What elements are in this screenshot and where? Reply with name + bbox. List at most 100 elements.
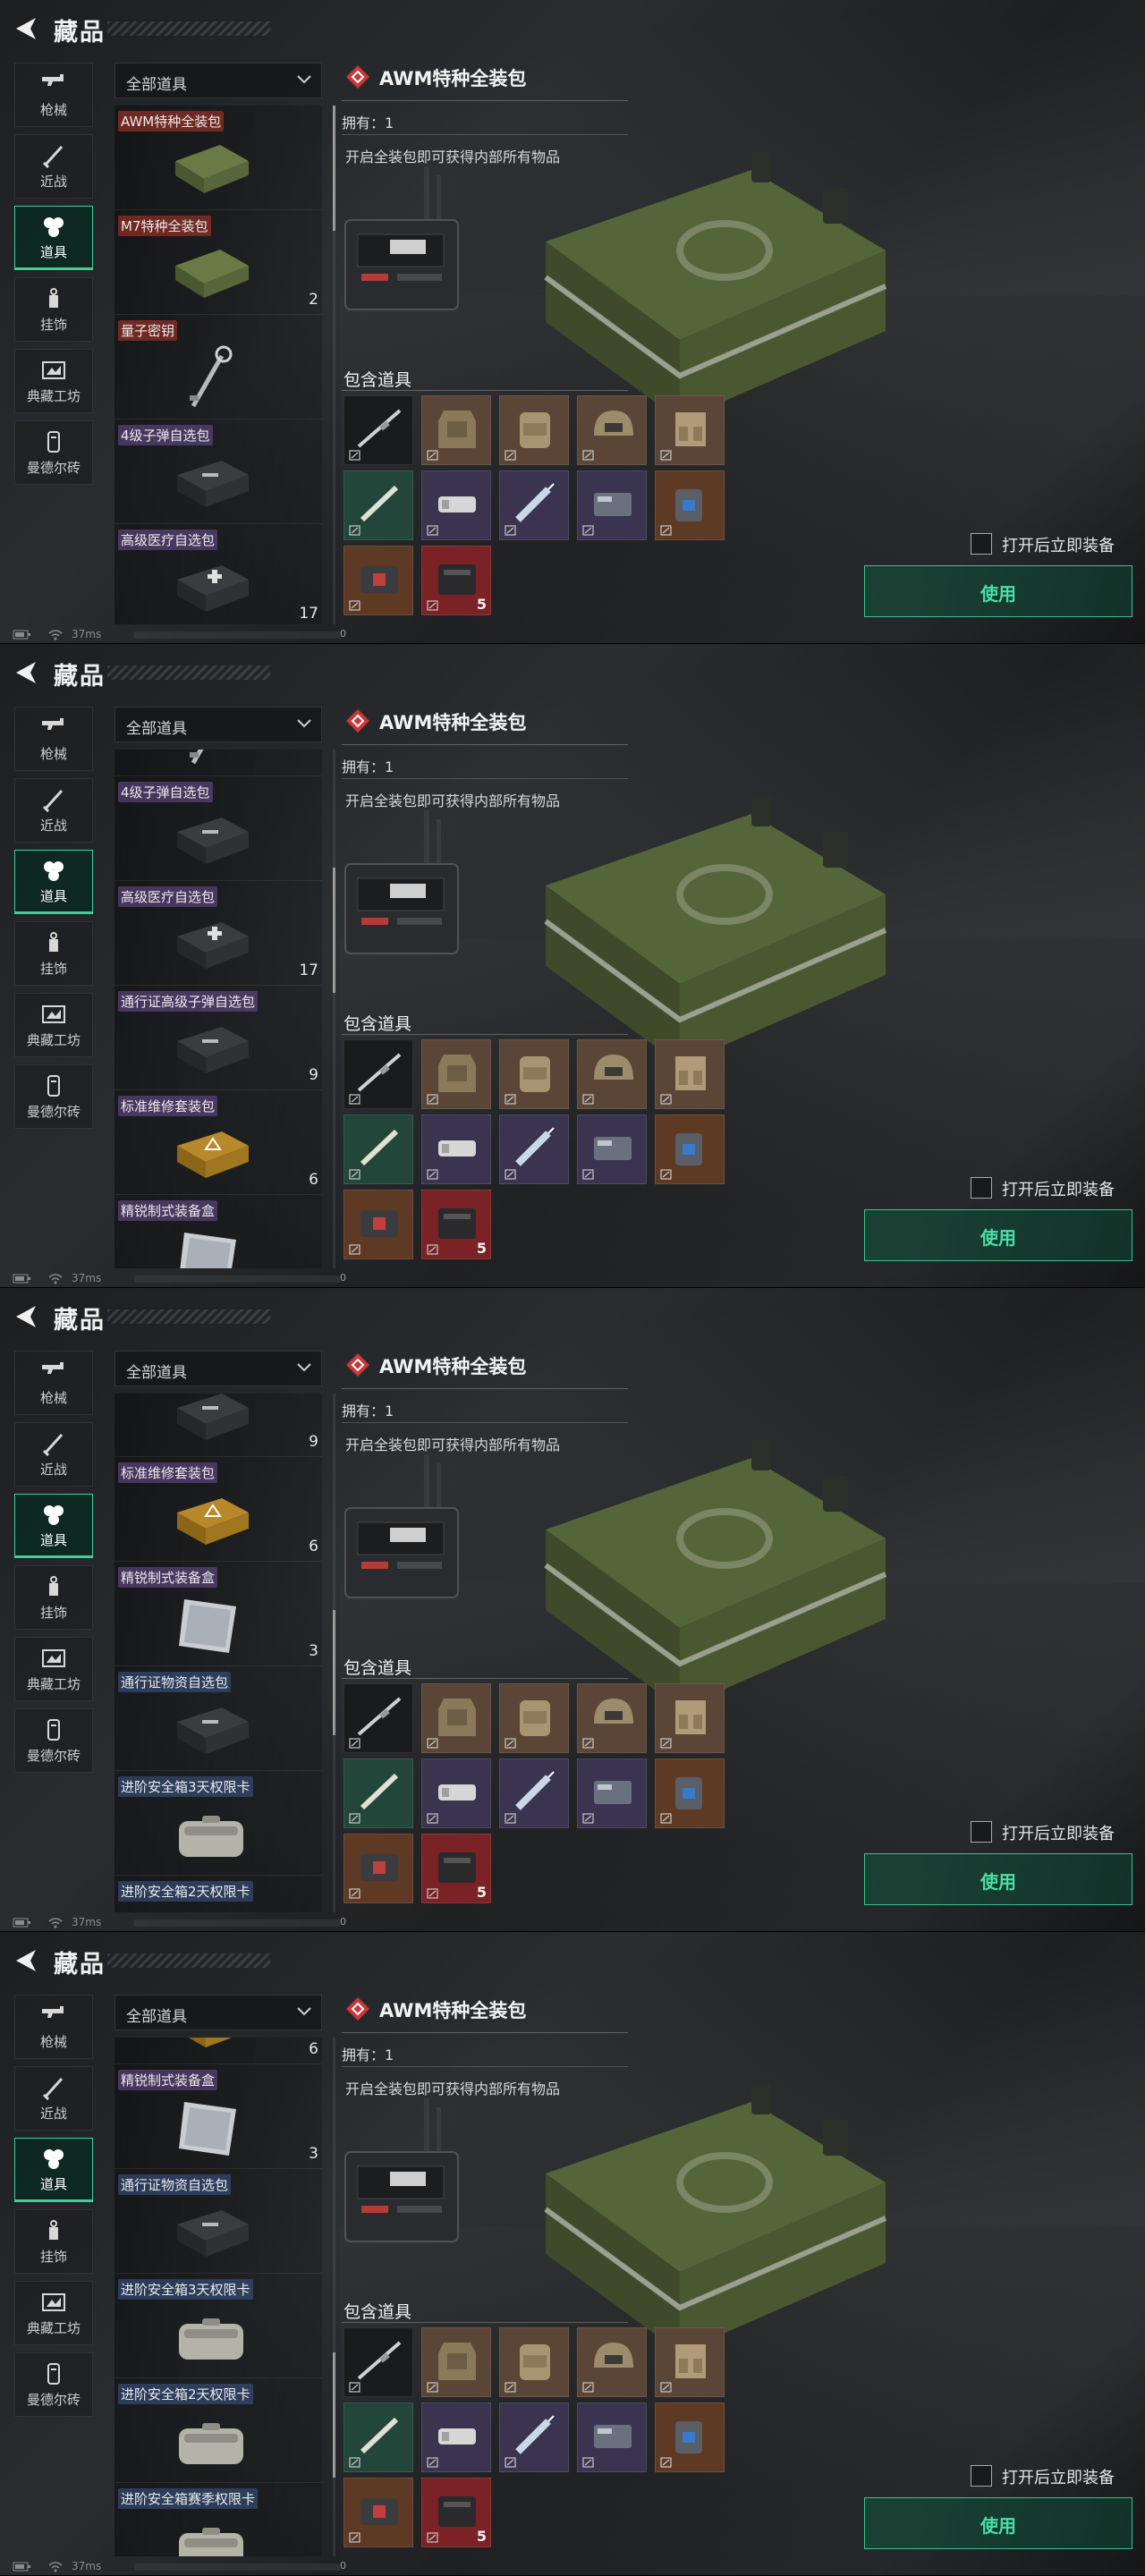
content-item-chest-rig[interactable] — [655, 1683, 725, 1753]
equip-after-open-checkbox[interactable] — [971, 1821, 992, 1843]
filter-dropdown[interactable]: 全部道具 — [114, 707, 322, 742]
content-item-keycard[interactable] — [577, 1758, 647, 1828]
scroll-thumb[interactable] — [333, 106, 335, 231]
list-item[interactable]: 精锐制式装备盒3 — [114, 1195, 322, 1268]
content-item-armor-vest[interactable] — [421, 1039, 491, 1109]
content-item-bayonet[interactable] — [344, 2402, 413, 2472]
nav-item-charms[interactable]: 挂饰 — [14, 1565, 93, 1630]
list-item[interactable]: 高级医疗自选包 17 — [114, 881, 322, 986]
content-item-chest-rig[interactable] — [655, 2327, 725, 2397]
scroll-thumb[interactable] — [333, 1610, 335, 1735]
list-item[interactable]: AWM特种全装包 — [114, 106, 322, 210]
filter-dropdown[interactable]: 全部道具 — [114, 1995, 322, 2030]
content-item-supply-case[interactable]: 5 — [421, 546, 491, 615]
content-item-awm-rifle[interactable] — [344, 395, 413, 465]
use-button[interactable]: 使用 — [864, 2497, 1132, 2549]
content-item-armor-vest[interactable] — [421, 1683, 491, 1753]
content-item-helmet[interactable] — [577, 1683, 647, 1753]
nav-item-items[interactable]: 道具 — [14, 850, 93, 914]
list-item[interactable]: 量子密钥 — [114, 750, 322, 776]
content-item-battery-pack[interactable] — [655, 470, 725, 540]
nav-item-bricks[interactable]: 曼德尔砖 — [14, 1708, 93, 1773]
nav-item-items[interactable]: 道具 — [14, 2138, 93, 2202]
nav-item-guns[interactable]: 枪械 — [14, 707, 93, 771]
item-list-scrollbar[interactable] — [333, 106, 335, 624]
use-button[interactable]: 使用 — [864, 1209, 1132, 1261]
list-item[interactable]: 通行证高级子弹自选包9 — [114, 1394, 322, 1457]
list-item[interactable]: 标准维修套装包 6 — [114, 1090, 322, 1195]
nav-item-guns[interactable]: 枪械 — [14, 63, 93, 127]
content-item-backpack[interactable] — [499, 2327, 569, 2397]
list-item[interactable]: 通行证物资自选包 — [114, 1665, 322, 1771]
content-item-battery-pack[interactable] — [655, 2402, 725, 2472]
scroll-thumb[interactable] — [333, 868, 335, 993]
filter-dropdown[interactable]: 全部道具 — [114, 1351, 322, 1386]
content-item-syringe[interactable] — [499, 1114, 569, 1184]
item-list[interactable]: 通行证高级子弹自选包9 标准维修套装包 6 精锐制式装备盒 3 通行证物资自选包进阶安全箱… — [114, 1394, 329, 1912]
item-list[interactable]: AWM特种全装包M7特种全装包2量子密钥4级子弹自选包高级医疗自选包17通行证高… — [114, 106, 329, 624]
content-item-medkit-box[interactable] — [344, 1190, 413, 1259]
content-item-awm-rifle[interactable] — [344, 2327, 413, 2397]
nav-item-charms[interactable]: 挂饰 — [14, 277, 93, 342]
content-item-supply-case[interactable]: 5 — [421, 1834, 491, 1903]
content-item-syringe[interactable] — [499, 1758, 569, 1828]
nav-item-melee[interactable]: 近战 — [14, 778, 93, 843]
list-item[interactable]: 量子密钥 — [114, 315, 322, 419]
list-item[interactable]: 通行证物资自选包 — [114, 2169, 322, 2274]
back-arrow-icon[interactable] — [13, 660, 39, 685]
item-list[interactable]: 量子密钥 4级子弹自选包高级医疗自选包 17 通行证高级子弹自选包 9 标准维修套装包 6 精… — [114, 750, 329, 1268]
content-item-medkit-box[interactable] — [344, 546, 413, 615]
content-item-ammo-clip[interactable] — [421, 1758, 491, 1828]
content-item-awm-rifle[interactable] — [344, 1039, 413, 1109]
content-item-helmet[interactable] — [577, 395, 647, 465]
content-item-backpack[interactable] — [499, 1039, 569, 1109]
nav-item-items[interactable]: 道具 — [14, 206, 93, 270]
nav-item-workshop[interactable]: 典藏工坊 — [14, 1637, 93, 1701]
item-list[interactable]: 标准维修套装包6 精锐制式装备盒 3 通行证物资自选包进阶安全箱3天权限卡进阶安全箱2… — [114, 2038, 329, 2556]
nav-item-bricks[interactable]: 曼德尔砖 — [14, 2352, 93, 2417]
content-item-backpack[interactable] — [499, 1683, 569, 1753]
nav-item-melee[interactable]: 近战 — [14, 1422, 93, 1487]
back-arrow-icon[interactable] — [13, 16, 39, 41]
list-item[interactable]: 标准维修套装包 6 — [114, 1456, 322, 1562]
content-item-ammo-clip[interactable] — [421, 1114, 491, 1184]
list-item[interactable]: 进阶安全箱3天权限卡 — [114, 2274, 322, 2378]
equip-after-open-checkbox[interactable] — [971, 1177, 992, 1199]
content-item-battery-pack[interactable] — [655, 1758, 725, 1828]
filter-dropdown[interactable]: 全部道具 — [114, 63, 322, 98]
nav-item-items[interactable]: 道具 — [14, 1494, 93, 1558]
content-item-ammo-clip[interactable] — [421, 470, 491, 540]
nav-item-melee[interactable]: 近战 — [14, 2066, 93, 2131]
list-item[interactable]: M7特种全装包 2 — [114, 210, 322, 315]
list-item[interactable]: 进阶安全箱2天权限卡 — [114, 2378, 322, 2483]
list-item[interactable]: 精锐制式装备盒3 — [114, 1561, 322, 1666]
list-item[interactable]: 进阶安全箱2天权限卡 — [114, 1875, 322, 1912]
back-arrow-icon[interactable] — [13, 1948, 39, 1973]
content-item-medkit-box[interactable] — [344, 1834, 413, 1903]
content-item-backpack[interactable] — [499, 395, 569, 465]
list-item[interactable]: 4级子弹自选包 — [114, 776, 322, 881]
content-item-helmet[interactable] — [577, 2327, 647, 2397]
content-item-supply-case[interactable]: 5 — [421, 2478, 491, 2547]
content-item-bayonet[interactable] — [344, 1114, 413, 1184]
equip-after-open-checkbox[interactable] — [971, 533, 992, 555]
nav-item-charms[interactable]: 挂饰 — [14, 2209, 93, 2274]
nav-item-guns[interactable]: 枪械 — [14, 1995, 93, 2059]
content-item-keycard[interactable] — [577, 1114, 647, 1184]
list-item[interactable]: 高级医疗自选包 17 — [114, 524, 322, 624]
list-item[interactable]: 通行证高级子弹自选包9 — [114, 986, 322, 1090]
content-item-syringe[interactable] — [499, 470, 569, 540]
content-item-syringe[interactable] — [499, 2402, 569, 2472]
nav-item-workshop[interactable]: 典藏工坊 — [14, 2281, 93, 2345]
content-item-chest-rig[interactable] — [655, 1039, 725, 1109]
content-item-bayonet[interactable] — [344, 1758, 413, 1828]
back-arrow-icon[interactable] — [13, 1304, 39, 1329]
use-button[interactable]: 使用 — [864, 1853, 1132, 1905]
item-list-scrollbar[interactable] — [333, 2038, 335, 2556]
item-list-scrollbar[interactable] — [333, 750, 335, 1268]
item-list-scrollbar[interactable] — [333, 1394, 335, 1912]
use-button[interactable]: 使用 — [864, 565, 1132, 617]
content-item-helmet[interactable] — [577, 1039, 647, 1109]
content-item-armor-vest[interactable] — [421, 2327, 491, 2397]
nav-item-bricks[interactable]: 曼德尔砖 — [14, 420, 93, 485]
